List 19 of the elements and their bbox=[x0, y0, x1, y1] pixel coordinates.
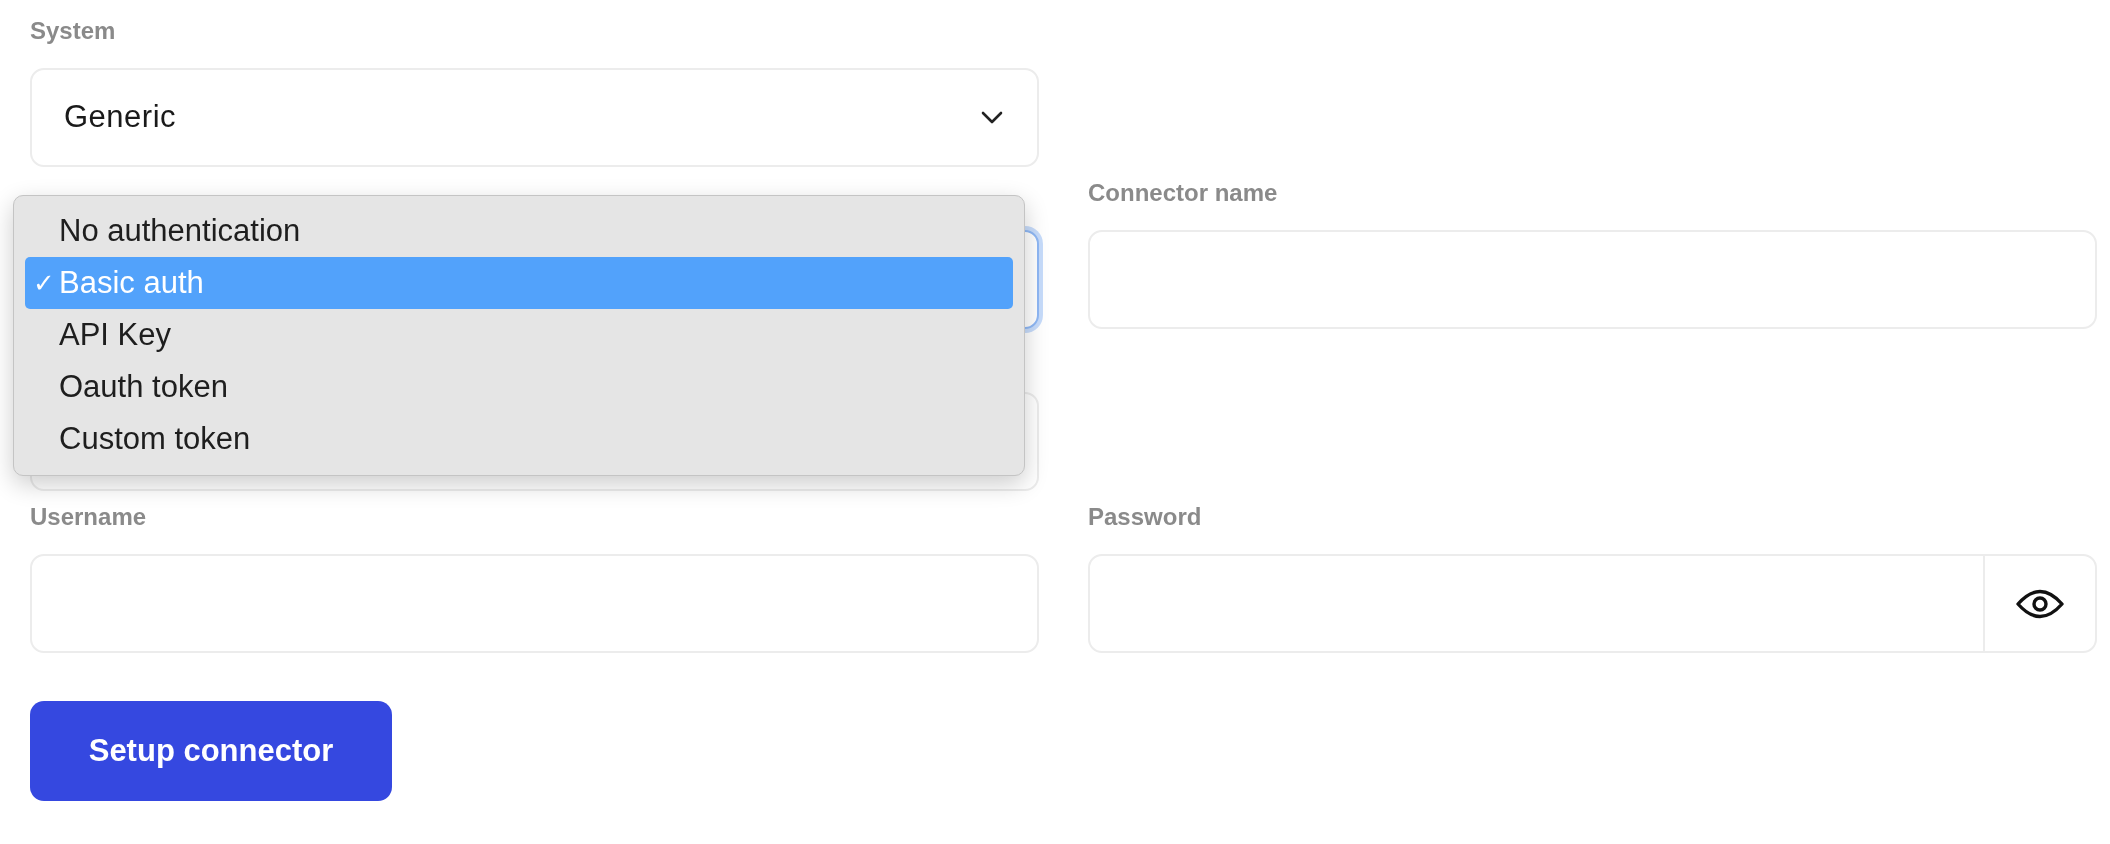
setup-connector-button[interactable]: Setup connector bbox=[30, 701, 392, 801]
option-label: Oauth token bbox=[59, 367, 228, 406]
select-value: Generic bbox=[64, 98, 177, 137]
field-label: Connector name bbox=[1088, 178, 1278, 208]
field-label: System bbox=[30, 16, 116, 46]
option-label: Basic auth bbox=[59, 263, 204, 302]
option-label: No authentication bbox=[59, 211, 301, 250]
chevron-down-icon bbox=[981, 110, 1003, 125]
field-label: Username bbox=[30, 502, 147, 532]
field-label: Password bbox=[1088, 502, 1202, 532]
option-label: Custom token bbox=[59, 419, 251, 458]
menu-option[interactable]: Custom token bbox=[25, 413, 1013, 465]
menu-option[interactable]: API Key bbox=[25, 309, 1013, 361]
select-field[interactable]: Generic bbox=[30, 68, 1039, 167]
menu-option[interactable]: Oauth token bbox=[25, 361, 1013, 413]
password-field[interactable] bbox=[1088, 554, 2097, 653]
option-label: API Key bbox=[59, 315, 171, 354]
menu-option[interactable]: No authentication bbox=[25, 205, 1013, 257]
check-mark: ✓ bbox=[32, 266, 56, 300]
